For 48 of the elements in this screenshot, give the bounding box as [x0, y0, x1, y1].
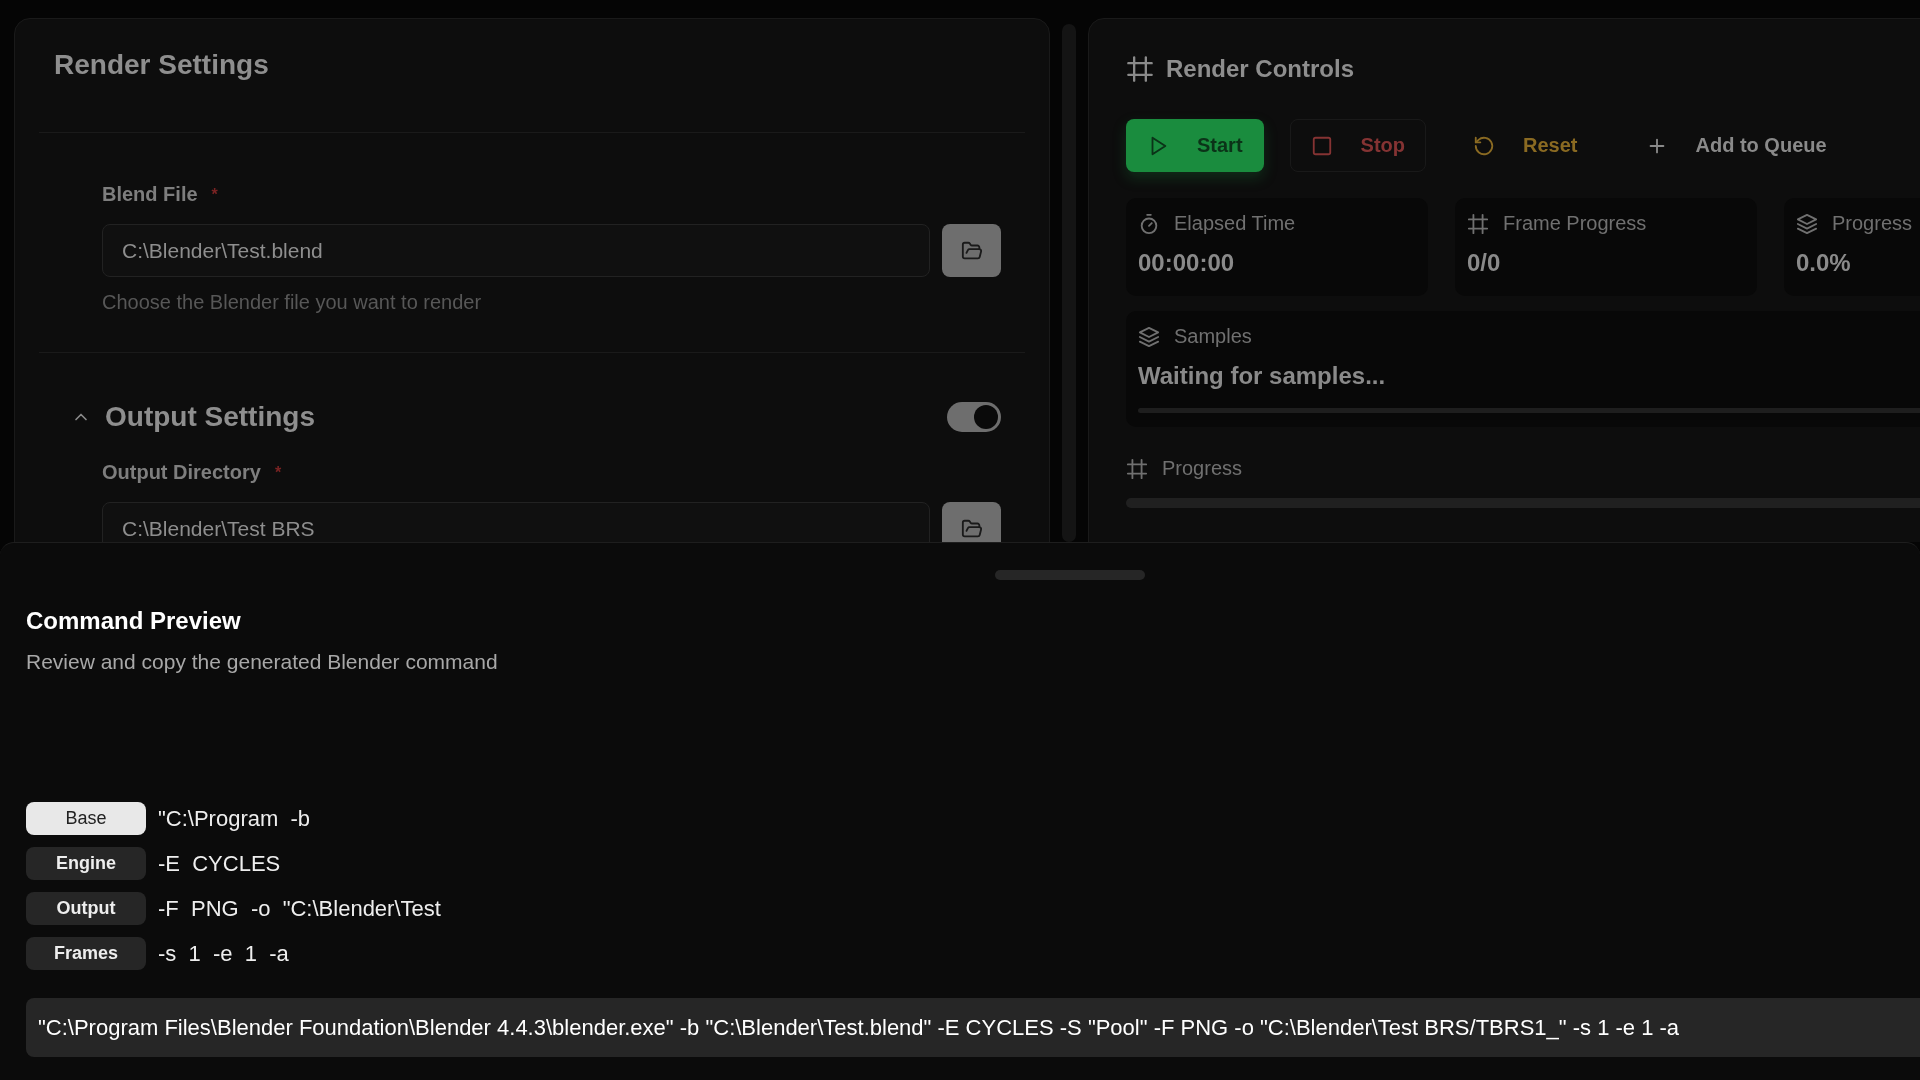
field-label: Output Directory	[102, 461, 261, 484]
folder-icon	[960, 239, 983, 262]
browse-button[interactable]	[942, 502, 1001, 542]
command-part: -s 1 -e 1 -a	[158, 940, 289, 967]
add-to-queue-button[interactable]: Add to Queue	[1624, 119, 1848, 172]
stat-label: Frame Progress	[1503, 212, 1647, 235]
section-title: Output Settings	[105, 401, 316, 433]
panel-title: Render Controls	[1166, 55, 1354, 83]
samples-status: Waiting for samples...	[1138, 362, 1387, 390]
panel-title: Render Settings	[53, 48, 270, 82]
path-field[interactable]: C:\Blender\Test.blend	[102, 224, 930, 277]
progress-label: Progress	[1162, 457, 1243, 480]
required-mark: *	[274, 463, 282, 482]
folder-icon	[960, 517, 983, 540]
reset-icon	[1473, 134, 1495, 157]
stat-value: 0/0	[1467, 249, 1502, 277]
browse-button[interactable]	[942, 224, 1001, 277]
path-field[interactable]: C:\Blender\Test BRS	[102, 502, 930, 542]
stat-value: 00:00:00	[1138, 249, 1236, 277]
timer-icon	[1138, 212, 1160, 235]
stat-label: Progress	[1832, 212, 1913, 235]
frame-icon	[1467, 212, 1489, 235]
command-part: -F PNG -o "C:\Blender\Test	[158, 895, 441, 922]
layers-icon	[1796, 212, 1818, 235]
command-text: "C:\Program Files\Blender Foundation\Blender 4.4.3\blender.exe" -b "C:\Blender\Test.blend" -E CYCLES -S "Pool" -F PNG -o "C:\Blender\Test BRS/TBRS1_" -s 1 -e 1 -a	[26, 998, 1920, 1057]
start-button[interactable]: Start	[1126, 119, 1264, 172]
layers-icon	[1138, 325, 1160, 348]
reset-button[interactable]: Reset	[1452, 119, 1599, 172]
part-tag[interactable]: Base	[26, 802, 146, 835]
stat-label: Elapsed Time	[1174, 212, 1296, 235]
sheet-title: Command Preview	[26, 607, 241, 635]
samples-label: Samples	[1174, 325, 1252, 348]
field-hint: Choose the Blender file you want to render	[102, 291, 483, 314]
drag-handle[interactable]	[995, 570, 1145, 580]
scrollbar[interactable]	[1062, 24, 1076, 542]
command-part: -E CYCLES	[158, 850, 281, 877]
sheet-description: Review and copy the generated Blender command	[26, 650, 499, 674]
part-tag[interactable]: Output	[26, 892, 146, 925]
part-tag[interactable]: Frames	[26, 937, 146, 970]
required-mark: *	[211, 185, 218, 204]
stop-icon	[1310, 134, 1333, 157]
command-part: "C:\Program -b	[158, 805, 311, 832]
frame-icon	[1126, 457, 1148, 480]
toggle-switch[interactable]	[947, 402, 1001, 432]
part-tag[interactable]: Engine	[26, 847, 146, 880]
field-label: Blend File	[102, 183, 198, 206]
stat-value: 0.0%	[1796, 249, 1852, 277]
frame-icon	[1126, 55, 1154, 83]
